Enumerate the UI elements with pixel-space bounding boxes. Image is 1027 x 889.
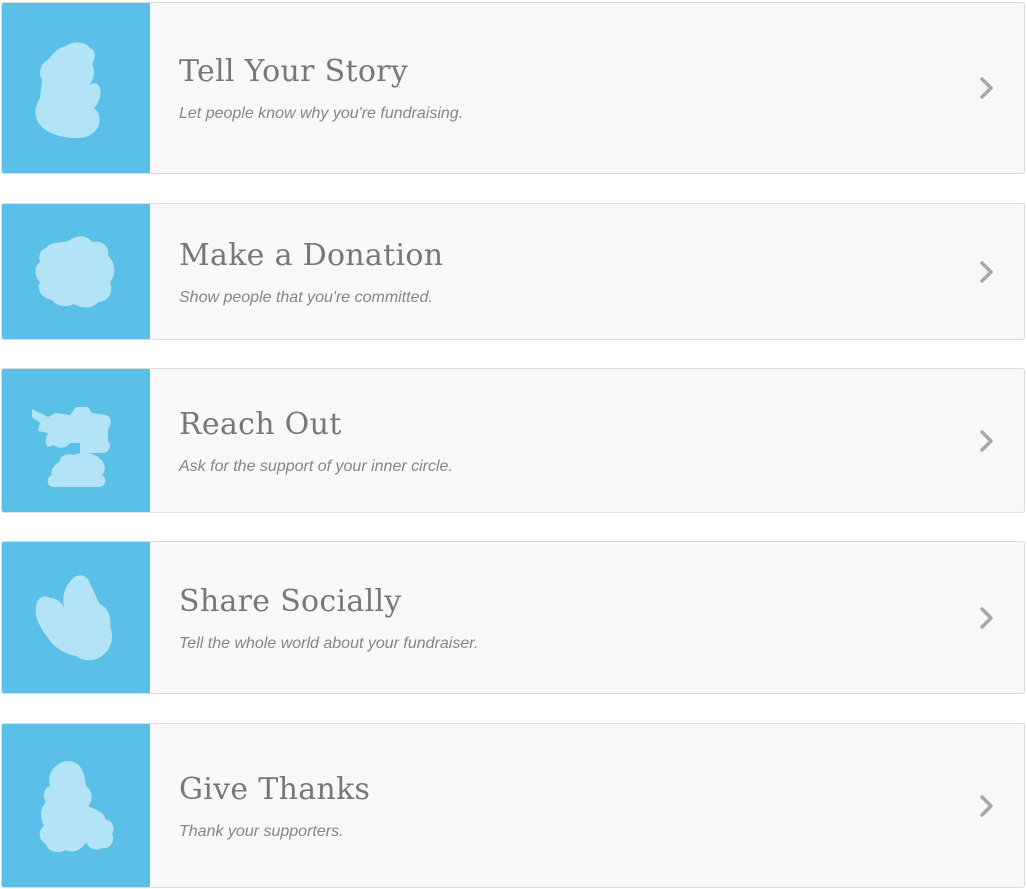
step-card-share-socially[interactable]: Share Socially Tell the whole world abou…	[1, 541, 1025, 694]
storyteller-icon	[35, 42, 101, 138]
step-subtitle: Let people know why you're fundraising.	[179, 105, 464, 122]
chevron-right-icon	[980, 794, 993, 817]
step-title: Give Thanks	[179, 771, 371, 807]
step-title: Make a Donation	[179, 237, 444, 273]
step-card-reach-out[interactable]: Reach Out Ask for the support of your in…	[1, 368, 1025, 513]
step-text: Give Thanks Thank your supporters.	[179, 770, 939, 842]
chevron-right-icon	[980, 606, 993, 629]
chevron-right-icon	[980, 429, 993, 452]
step-subtitle: Thank your supporters.	[179, 822, 344, 840]
fundraiser-steps-list: Tell Your Story Let people know why you'…	[0, 0, 1027, 889]
step-text: Make a Donation Show people that you're …	[179, 236, 939, 308]
step-card-give-thanks[interactable]: Give Thanks Thank your supporters.	[1, 723, 1025, 888]
step-card-tell-your-story[interactable]: Tell Your Story Let people know why you'…	[1, 2, 1025, 174]
donation-icon	[35, 235, 115, 307]
step-subtitle: Show people that you're committed.	[179, 288, 433, 306]
step-title: Reach Out	[179, 406, 342, 442]
step-icon-panel	[2, 724, 150, 887]
thanks-icon	[39, 760, 114, 852]
step-card-make-a-donation[interactable]: Make a Donation Show people that you're …	[1, 203, 1025, 340]
chevron-right-icon	[980, 260, 993, 283]
step-icon-panel	[2, 204, 150, 339]
step-icon-panel	[2, 3, 150, 173]
step-icon-panel	[2, 542, 150, 693]
step-text: Tell Your Story Let people know why you'…	[179, 52, 939, 124]
step-icon-panel	[2, 369, 150, 512]
megaphone-icon	[32, 406, 111, 487]
step-subtitle: Ask for the support of your inner circle…	[179, 457, 453, 475]
chevron-right-icon	[980, 77, 993, 99]
step-text: Share Socially Tell the whole world abou…	[179, 582, 939, 654]
step-title: Tell Your Story	[179, 54, 409, 89]
share-icon	[35, 574, 112, 660]
step-subtitle: Tell the whole world about your fundrais…	[179, 634, 479, 652]
step-text: Reach Out Ask for the support of your in…	[179, 405, 939, 477]
step-title: Share Socially	[179, 583, 402, 619]
